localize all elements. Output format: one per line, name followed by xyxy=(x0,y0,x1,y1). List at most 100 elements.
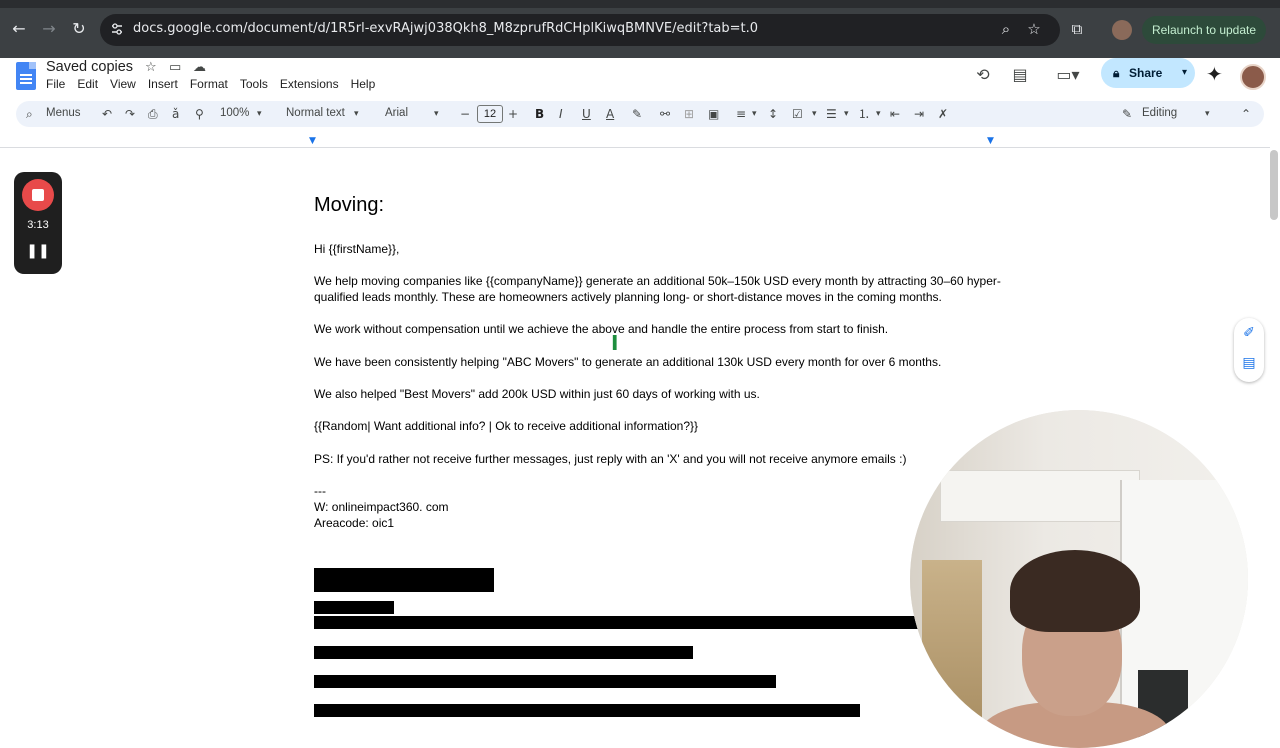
chevron-down-icon[interactable]: ▾ xyxy=(844,106,849,122)
reload-icon[interactable]: ↻ xyxy=(68,18,90,40)
help-me-write-icon[interactable]: ✐ xyxy=(1240,325,1258,343)
document-heading[interactable]: Moving: xyxy=(314,194,384,217)
redacted-block xyxy=(314,646,693,659)
redacted-block xyxy=(314,704,860,717)
greeting-paragraph[interactable]: Hi {{firstName}}, xyxy=(314,241,1004,257)
extensions-icon[interactable]: ⧉ xyxy=(1068,20,1086,38)
bookmark-star-icon[interactable]: ☆ xyxy=(1025,20,1043,38)
font-select[interactable]: Arial xyxy=(385,107,408,119)
menus-search[interactable]: Menus xyxy=(46,107,81,119)
text-cursor-icon: I xyxy=(611,331,619,355)
tab-strip xyxy=(0,0,1280,8)
decrease-indent-icon[interactable]: ⇤ xyxy=(890,106,900,122)
insert-image-icon[interactable]: ▣ xyxy=(708,106,719,122)
numbered-list-icon[interactable]: ⒈ xyxy=(858,106,870,122)
comments-icon[interactable]: ▤ xyxy=(1009,64,1031,86)
align-icon[interactable]: ≡ xyxy=(736,106,746,122)
redacted-block xyxy=(314,601,394,614)
increase-font-icon[interactable]: + xyxy=(508,106,518,122)
relaunch-button[interactable]: Relaunch to update xyxy=(1142,16,1266,44)
menu-help[interactable]: Help xyxy=(351,77,376,91)
menu-view[interactable]: View xyxy=(110,77,136,91)
paragraph-2[interactable]: We work without compensation until we ac… xyxy=(314,321,1004,337)
presenter-hair xyxy=(1010,550,1140,632)
checklist-icon[interactable]: ☑ xyxy=(792,106,803,122)
signature-separator[interactable]: --- xyxy=(314,483,1004,499)
line-spacing-icon[interactable]: ↕ xyxy=(768,106,778,122)
version-history-icon[interactable]: ⟲ xyxy=(972,64,994,86)
menu-format[interactable]: Format xyxy=(190,77,228,91)
print-icon[interactable]: ⎙ xyxy=(148,106,158,122)
spellcheck-icon[interactable]: ǎ xyxy=(172,106,179,122)
star-icon[interactable]: ☆ xyxy=(145,60,157,75)
meet-icon[interactable]: ▭▾ xyxy=(1050,64,1086,86)
document-title[interactable]: Saved copies xyxy=(46,59,133,75)
chevron-down-icon[interactable]: ▾ xyxy=(434,106,439,122)
redacted-block xyxy=(314,616,1004,629)
underline-icon[interactable]: U xyxy=(582,106,591,122)
forward-icon[interactable]: → xyxy=(38,18,60,40)
editing-mode-select[interactable]: Editing xyxy=(1142,107,1177,119)
paragraph-5[interactable]: {{Random| Want additional info? | Ok to … xyxy=(314,418,1004,434)
link-icon[interactable]: ⚯ xyxy=(660,106,670,122)
chevron-down-icon[interactable]: ▾ xyxy=(257,106,262,122)
chevron-down-icon[interactable]: ▾ xyxy=(354,106,359,122)
paint-format-icon[interactable]: ⚲ xyxy=(195,106,204,122)
style-select[interactable]: Normal text xyxy=(286,107,345,119)
summarize-icon[interactable]: ▤ xyxy=(1240,355,1258,373)
text-color-icon[interactable]: A xyxy=(606,106,614,122)
redacted-block xyxy=(314,568,494,592)
menu-tools[interactable]: Tools xyxy=(240,77,268,91)
share-button[interactable]: 🔒︎ Share ▾ xyxy=(1101,58,1195,88)
recording-time: 3:13 xyxy=(27,219,49,231)
chevron-down-icon[interactable]: ▾ xyxy=(812,106,817,122)
right-indent-marker-icon[interactable]: ▼ xyxy=(987,137,997,146)
move-folder-icon[interactable]: ▭ xyxy=(169,60,181,75)
undo-icon[interactable]: ↶ xyxy=(102,106,112,122)
menu-insert[interactable]: Insert xyxy=(148,77,178,91)
avatar[interactable] xyxy=(1240,64,1266,90)
paragraph-6[interactable]: PS: If you'd rather not receive further … xyxy=(314,451,1004,467)
url-text[interactable]: docs.google.com/document/d/1R5rl-exvRAjw… xyxy=(133,21,758,36)
redacted-block xyxy=(314,675,776,688)
search-icon[interactable]: ⌕ xyxy=(997,20,1015,38)
bulleted-list-icon[interactable]: ☰ xyxy=(826,106,837,122)
chevron-down-icon[interactable]: ▾ xyxy=(876,106,881,122)
zoom-select[interactable]: 100% xyxy=(220,107,249,119)
bold-icon[interactable]: B xyxy=(535,106,544,122)
paragraph-3[interactable]: We have been consistently helping "ABC M… xyxy=(314,354,1004,370)
increase-indent-icon[interactable]: ⇥ xyxy=(914,106,924,122)
clear-formatting-icon[interactable]: ✗ xyxy=(938,106,948,122)
site-settings-icon[interactable] xyxy=(110,22,124,36)
redo-icon[interactable]: ↷ xyxy=(125,106,135,122)
signature-areacode[interactable]: Areacode: oic1 xyxy=(314,515,1004,531)
gemini-icon[interactable]: ✦ xyxy=(1206,62,1223,86)
pause-icon[interactable]: ❚❚ xyxy=(14,243,62,259)
decrease-font-icon[interactable]: − xyxy=(460,106,470,122)
chevron-down-icon[interactable]: ▾ xyxy=(752,106,757,122)
menu-extensions[interactable]: Extensions xyxy=(280,77,339,91)
webcam-overlay xyxy=(910,410,1248,748)
back-icon[interactable]: ← xyxy=(8,18,30,40)
stop-recording-icon[interactable] xyxy=(22,179,54,211)
cloud-saved-icon[interactable]: ☁ xyxy=(193,60,206,75)
lock-icon: 🔒︎ xyxy=(1113,66,1120,80)
menu-bar: File Edit View Insert Format Tools Exten… xyxy=(46,77,387,91)
add-comment-icon[interactable]: ⊞ xyxy=(684,106,694,122)
highlight-icon[interactable]: ✎ xyxy=(632,106,642,122)
paragraph-4[interactable]: We also helped "Best Movers" add 200k US… xyxy=(314,386,1004,402)
italic-icon[interactable]: I xyxy=(559,106,563,122)
font-size-input[interactable]: 12 xyxy=(477,105,503,123)
menu-edit[interactable]: Edit xyxy=(77,77,98,91)
chevron-down-icon[interactable]: ▾ xyxy=(1205,106,1210,122)
menu-file[interactable]: File xyxy=(46,77,65,91)
paragraph-1[interactable]: We help moving companies like {{companyN… xyxy=(314,273,1004,305)
vertical-scrollbar[interactable] xyxy=(1270,150,1278,220)
profile-avatar[interactable] xyxy=(1112,20,1132,40)
left-indent-marker-icon[interactable]: ▼ xyxy=(309,137,319,146)
air-conditioner xyxy=(940,470,1140,522)
collapse-toolbar-icon[interactable]: ⌃ xyxy=(1241,106,1251,122)
docs-logo-icon[interactable] xyxy=(16,62,36,90)
signature-website[interactable]: W: onlineimpact360. com xyxy=(314,499,1004,515)
chevron-down-icon[interactable]: ▾ xyxy=(1182,58,1187,88)
